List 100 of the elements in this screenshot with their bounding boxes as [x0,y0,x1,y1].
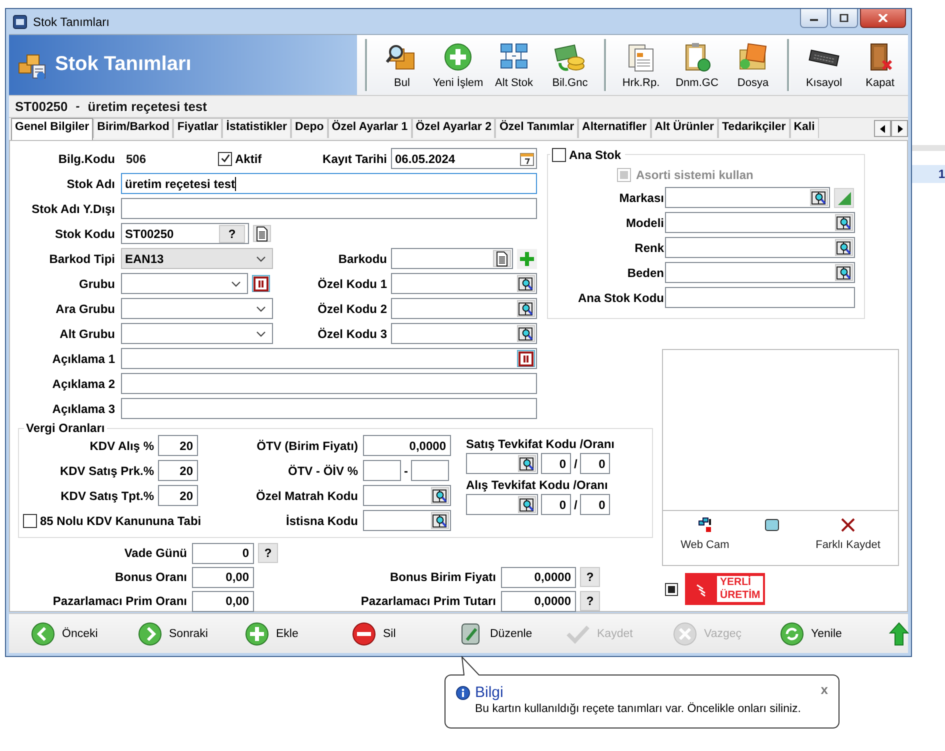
nav-button[interactable]: Ekle [245,622,352,646]
help-button[interactable]: ? [219,224,245,243]
tab[interactable]: Alt Ürünler [650,118,718,138]
checkbox-label: 85 Nolu KDV Kanununa Tabi [40,514,202,528]
toolbar-button[interactable]: Yeni İşlem [430,35,486,95]
help-button[interactable]: ? [580,567,600,588]
checkbox-label: Aktif [235,152,262,166]
input-field[interactable]: 0,0000 [363,435,451,456]
field-label: Renk [634,240,665,255]
field-label: Kayıt Tarihi [322,152,388,166]
record-separator: - [76,99,80,114]
balloon-title: Bilgi [475,684,504,701]
field-label: Beden [626,266,665,280]
field-label: Açıklama 3 [51,402,116,416]
separator-text: - [403,464,409,478]
field-label: Ara Grubu [54,302,116,316]
input-field[interactable]: 0,00 [192,590,254,612]
close-button[interactable]: x [820,682,828,697]
field-label: Barkod Tipi [48,252,116,266]
input-field[interactable]: 20 [158,460,198,482]
input-field[interactable]: 20 [158,435,198,456]
field-label: Ana Stok Kodu [577,290,665,305]
field-label: Bonus Oranı [114,570,188,584]
module-title: Stok Tanımları [55,53,192,76]
toolbar-button[interactable]: Bil.Gnc [542,35,598,95]
tab[interactable]: Fiyatlar [173,118,222,138]
field-label: Satış Tevkifat Kodu /Oranı [466,437,614,452]
field-label: Barkodu [337,252,388,266]
field-label: Açıklama 2 [51,376,116,391]
balloon-message: Bu kartın kullanıldığı reçete tanımları var. Öncelikle onları siliniz. [474,701,802,715]
tab[interactable]: Kali [790,118,819,138]
field-label: KDV Satış Tpt.% [60,488,155,503]
input-field[interactable]: 0 [580,453,610,474]
field-label: Özel Kodu 2 [316,302,388,316]
tab[interactable]: Birim/Barkod [93,118,174,138]
field-label: Markası [618,190,665,205]
field-label: İstisna Kodu [284,514,359,528]
tab[interactable]: Alternatifler [578,118,651,138]
field-label: Bilg.Kodu [57,152,116,166]
field-label: ÖTV - ÖİV % [286,464,359,478]
toolbar-button[interactable]: Bul [374,35,430,95]
separator-text: / [574,456,578,471]
checkbox-label: Ana Stok [569,148,622,162]
record-code: ST00250 [15,98,68,114]
grid-cell: 1 [938,167,945,181]
toolbar-button[interactable]: Dnm.GC [669,35,725,95]
tab[interactable]: Özel Tanımlar [495,118,578,138]
toolbar-button[interactable]: Hrk.Rp. [613,35,669,95]
field-label: Stok Adı [66,176,116,191]
nav-button[interactable]: Düzenle [459,622,566,646]
field-label: Alış Tevkifat Kodu /Oranı [466,478,609,492]
toolbar-button[interactable]: Dosya [725,35,781,95]
date-field[interactable]: 06.05.2024 [391,148,537,170]
input-field[interactable]: 0,0000 [501,566,576,588]
input-field[interactable]: 0,00 [192,566,254,588]
toolbar-button[interactable]: Kısayol [796,35,852,95]
input-field[interactable]: 0 [541,494,571,516]
field-label: Vade Günü [123,546,188,560]
tab[interactable]: Depo [291,118,328,138]
help-button[interactable]: ? [258,543,278,564]
input-field[interactable]: 0 [192,542,254,564]
group-title: Vergi Oranları [24,421,107,436]
record-name: üretim reçetesi test [88,98,207,114]
nav-button[interactable]: Sonraki [138,622,245,646]
checkbox-label: Asorti sistemi kullan [636,168,754,182]
input-field[interactable]: 0 [580,494,610,516]
tab[interactable]: Özel Ayarlar 2 [412,118,496,138]
tab[interactable]: Özel Ayarlar 1 [328,118,412,138]
tab[interactable]: Tedarikçiler [718,118,790,138]
field-label: Pazarlamacı Prim Oranı [52,594,188,608]
input-field[interactable]: ST00250 ? [121,223,249,244]
window-title: Stok Tanımları [33,14,110,29]
help-button[interactable]: ? [580,591,600,612]
nav-button[interactable]: Sil [352,622,459,646]
nav-button[interactable]: Yenile [780,622,887,646]
image-button[interactable]: Farklı Kaydet [816,517,880,566]
toolbar-button[interactable]: Alt Stok [486,35,542,95]
tab[interactable]: Genel Bilgiler [11,118,94,140]
field-label: KDV Satış Prk.% [58,464,155,478]
input-field[interactable]: 20 [158,485,198,506]
field-label: KDV Alış % [88,438,155,453]
field-value: 506 [125,152,148,166]
field-label: Pazarlamacı Prim Tutarı [360,594,497,608]
field-label: Stok Kodu [54,226,116,241]
toolbar-button[interactable]: Kapat [852,35,908,95]
field-label: Özel Kodu 3 [316,326,388,341]
input-field[interactable]: üretim reçetesi test [121,173,537,194]
input-field[interactable]: 0,0000 [501,590,576,612]
tab[interactable]: İstatistikler [222,118,292,138]
image-button[interactable]: Web Cam [680,517,730,566]
field-label: Stok Adı Y.Dışı [30,202,116,216]
field-label: Grubu [78,276,116,291]
field-label: Alt Grubu [58,326,116,341]
separator-text: / [574,498,578,512]
field-label: Özel Matrah Kodu [254,488,359,503]
field-label: Özel Kodu 1 [316,276,388,291]
field-label: Açıklama 1 [51,352,116,366]
local-production-logo: YERLİ ÜRETİM [685,573,766,606]
nav-button[interactable]: Önceki [31,622,138,646]
input-field[interactable]: 0 [541,453,571,474]
